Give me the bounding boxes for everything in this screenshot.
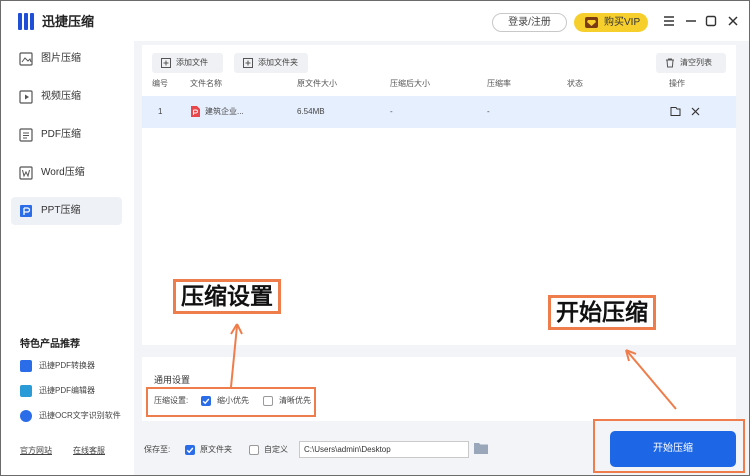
save-path-input[interactable]	[299, 441, 469, 458]
column-header-index: 编号	[152, 79, 168, 88]
app-logo-icon	[18, 13, 35, 30]
minimize-icon[interactable]	[683, 13, 699, 29]
pdf-icon	[19, 128, 33, 142]
diamond-icon	[585, 17, 598, 28]
word-icon	[19, 166, 33, 180]
sidebar-item-label: PDF压缩	[41, 129, 81, 140]
trash-icon	[666, 58, 674, 68]
custom-folder-label: 自定义	[264, 445, 288, 454]
sidebar-item-video[interactable]: 视频压缩	[11, 83, 122, 111]
sidebar-item-pdf[interactable]: PDF压缩	[11, 121, 122, 149]
sidebar-item-word[interactable]: Word压缩	[11, 159, 122, 187]
save-to-label: 保存至:	[144, 445, 171, 454]
clear-list-button[interactable]: 清空列表	[656, 53, 726, 73]
settings-highlight-box	[146, 387, 316, 417]
sidebar-item-image[interactable]: 图片压缩	[11, 45, 122, 73]
clear-list-label: 清空列表	[680, 58, 712, 67]
ocr-icon	[20, 410, 32, 422]
add-folder-label: 添加文件夹	[258, 58, 298, 67]
buy-vip-label: 购买VIP	[604, 17, 641, 28]
ppt-icon	[20, 205, 32, 217]
add-file-button[interactable]: 添加文件	[152, 53, 223, 73]
column-header-compressed-size: 压缩后大小	[390, 79, 430, 88]
promo-item-label: 迅捷PDF编辑器	[39, 386, 95, 395]
add-folder-icon	[243, 58, 253, 68]
row-index: 1	[158, 107, 163, 116]
row-compressed-size: -	[390, 107, 393, 116]
app-title: 迅捷压缩	[42, 14, 95, 29]
table-row[interactable]: 1 建筑企业... 6.54MB - -	[142, 96, 736, 128]
start-annotation-label: 开始压缩	[548, 295, 656, 330]
remove-icon[interactable]	[690, 106, 701, 117]
promo-item-pdf-converter[interactable]: 迅捷PDF转换器	[20, 359, 95, 373]
row-original-size: 6.54MB	[297, 107, 325, 116]
app-window: 迅捷压缩 登录/注册 购买VIP 图片压缩 视频压缩 PDF压缩 Word压缩 …	[0, 0, 750, 476]
start-highlight-box	[593, 419, 745, 473]
add-file-icon	[161, 58, 171, 68]
open-folder-icon[interactable]	[670, 106, 681, 117]
buy-vip-button[interactable]: 购买VIP	[574, 13, 648, 32]
sidebar-item-label: 视频压缩	[41, 91, 81, 102]
custom-folder-checkbox[interactable]	[249, 445, 259, 455]
add-folder-button[interactable]: 添加文件夹	[234, 53, 308, 73]
browse-folder-icon[interactable]	[474, 442, 488, 454]
title-bar: 迅捷压缩 登录/注册 购买VIP	[1, 1, 749, 41]
sidebar: 图片压缩 视频压缩 PDF压缩 Word压缩 PPT压缩 特色产品推荐 迅捷PD…	[1, 41, 134, 475]
column-header-ratio: 压缩率	[487, 79, 511, 88]
column-header-actions: 操作	[669, 79, 685, 88]
column-header-status: 状态	[567, 79, 583, 88]
pdf-converter-icon	[20, 360, 32, 372]
menu-icon[interactable]	[661, 13, 677, 29]
ppt-file-icon	[191, 106, 200, 117]
official-site-link[interactable]: 官方网站	[20, 445, 52, 456]
column-header-name: 文件名称	[190, 79, 222, 88]
promo-item-ocr[interactable]: 迅捷OCR文字识别软件	[20, 409, 121, 423]
image-icon	[19, 52, 33, 66]
promo-title: 特色产品推荐	[20, 339, 80, 350]
close-icon[interactable]	[725, 13, 741, 29]
row-file-name: 建筑企业...	[205, 107, 244, 116]
video-icon	[19, 90, 33, 104]
original-folder-label: 原文件夹	[200, 445, 232, 454]
login-button[interactable]: 登录/注册	[492, 13, 567, 32]
sidebar-item-label: Word压缩	[41, 167, 85, 178]
settings-annotation-label: 压缩设置	[173, 279, 281, 314]
sidebar-item-label: 图片压缩	[41, 53, 81, 64]
promo-item-label: 迅捷PDF转换器	[39, 361, 95, 370]
maximize-icon[interactable]	[703, 13, 719, 29]
row-ratio: -	[487, 107, 490, 116]
online-support-link[interactable]: 在线客服	[73, 445, 105, 456]
original-folder-checkbox[interactable]	[185, 445, 195, 455]
sidebar-item-label: PPT压缩	[41, 205, 81, 216]
settings-title: 通用设置	[154, 375, 191, 385]
pdf-editor-icon	[20, 385, 32, 397]
sidebar-item-ppt[interactable]: PPT压缩	[11, 197, 122, 225]
promo-item-pdf-editor[interactable]: 迅捷PDF编辑器	[20, 384, 95, 398]
promo-item-label: 迅捷OCR文字识别软件	[39, 411, 121, 420]
add-file-label: 添加文件	[176, 58, 208, 67]
column-header-original-size: 原文件大小	[297, 79, 337, 88]
